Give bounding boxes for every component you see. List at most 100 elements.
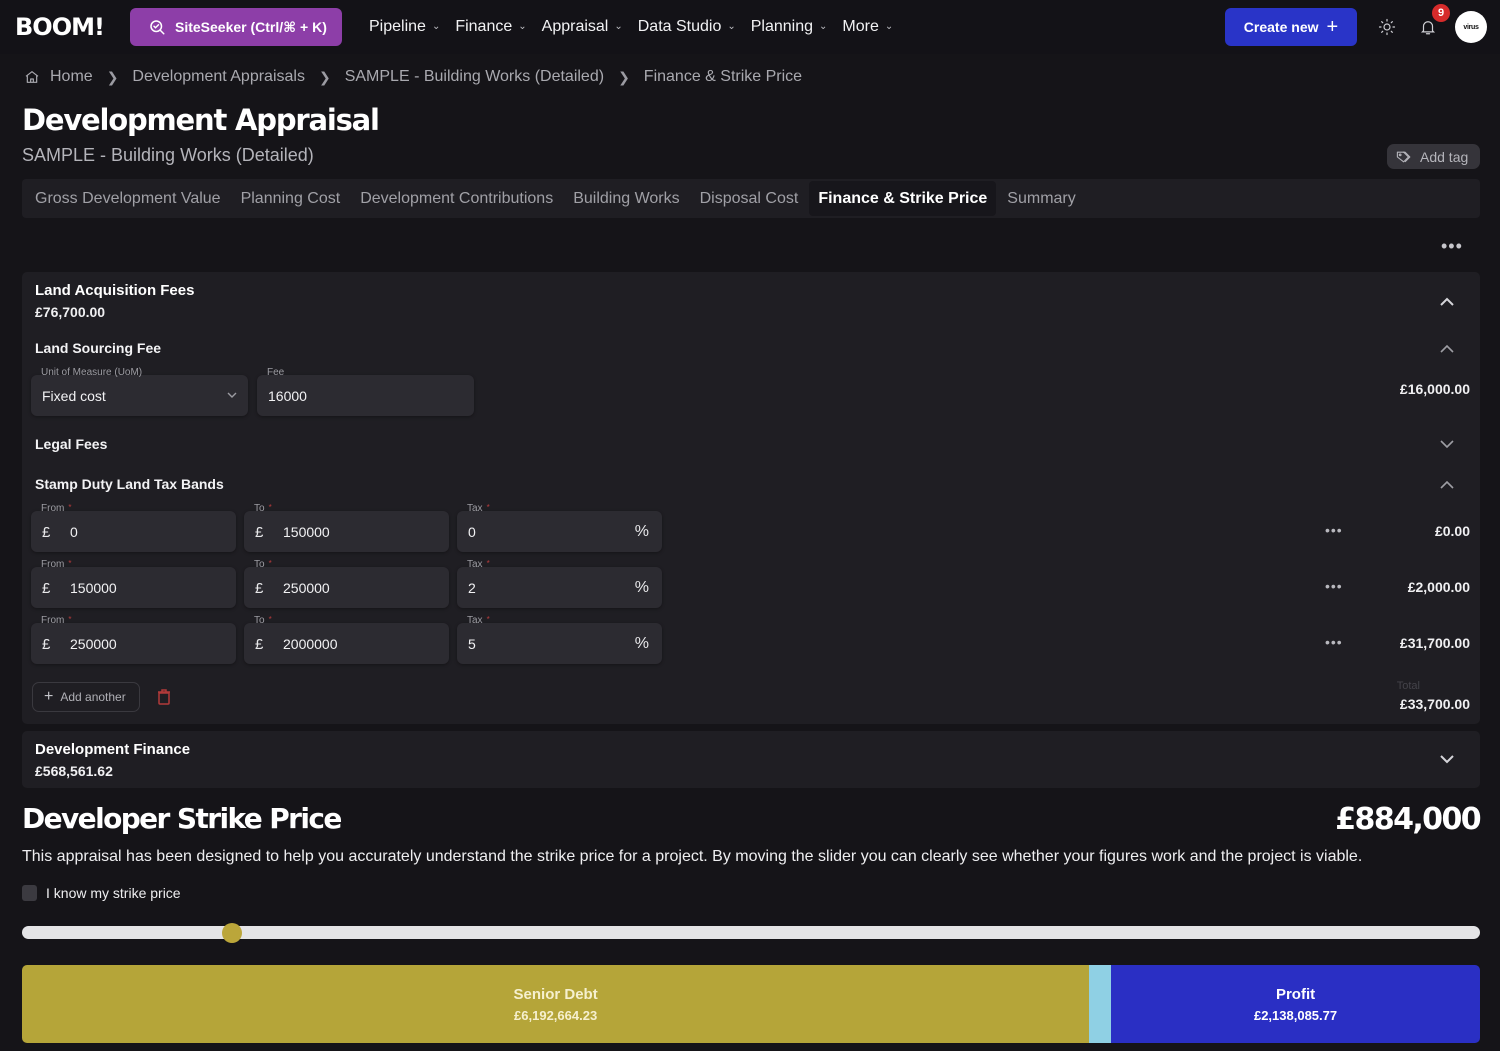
notification-count-badge: 9 bbox=[1432, 4, 1450, 22]
tax-label: Tax * bbox=[467, 503, 490, 514]
theme-toggle-button[interactable] bbox=[1375, 15, 1399, 39]
breadcrumb-home[interactable]: Home bbox=[50, 68, 93, 86]
nav-planning[interactable]: Planning ⌄ bbox=[751, 18, 828, 36]
band-to-input[interactable]: To * £ 250000 bbox=[244, 559, 449, 608]
siteseeker-search-button[interactable]: SiteSeeker (Ctrl/⌘ + K) bbox=[130, 8, 342, 46]
fee-input[interactable]: Fee 16000 bbox=[257, 367, 474, 416]
strike-price-description: This appraisal has been designed to help… bbox=[22, 848, 1363, 865]
band-from-value: 250000 bbox=[70, 636, 117, 652]
add-tag-label: Add tag bbox=[1420, 148, 1469, 165]
band-tax-input[interactable]: Tax * 0 % bbox=[457, 503, 662, 552]
chevron-right-icon: ❯ bbox=[106, 68, 119, 85]
pound-prefix: £ bbox=[255, 636, 264, 653]
pound-prefix: £ bbox=[42, 524, 51, 541]
strike-price-slider[interactable] bbox=[22, 923, 1480, 943]
strike-price-value: £884,000 bbox=[1335, 802, 1481, 837]
sdlt-title: Stamp Duty Land Tax Bands bbox=[35, 476, 224, 492]
fee-value: 16000 bbox=[268, 388, 307, 404]
row-options-icon[interactable]: ••• bbox=[1325, 578, 1343, 594]
band-from-value: 150000 bbox=[70, 580, 117, 596]
segment-label: Profit bbox=[1275, 985, 1316, 1003]
to-label: To * bbox=[254, 559, 272, 570]
search-check-icon bbox=[150, 20, 165, 35]
nav-label: Appraisal bbox=[541, 18, 609, 35]
band-tax-value: 2 bbox=[468, 580, 476, 596]
row-options-icon[interactable]: ••• bbox=[1325, 634, 1343, 650]
tab-planning-cost[interactable]: Planning Cost bbox=[232, 181, 350, 216]
tab-development-contributions[interactable]: Development Contributions bbox=[351, 181, 562, 216]
nav-label: Planning bbox=[750, 18, 814, 35]
home-icon[interactable] bbox=[24, 69, 40, 85]
nav-pipeline[interactable]: Pipeline ⌄ bbox=[369, 18, 440, 36]
land-acquisition-fees-panel: Land Acquisition Fees £76,700.00 Land So… bbox=[22, 272, 1480, 724]
land-sourcing-amount: £16,000.00 bbox=[1399, 381, 1470, 397]
section-title: Development Finance bbox=[35, 741, 191, 758]
band-tax-input[interactable]: Tax * 5 % bbox=[457, 615, 662, 664]
uom-select[interactable]: Unit of Measure (UoM) Fixed cost bbox=[31, 367, 248, 416]
band-tax-input[interactable]: Tax * 2 % bbox=[457, 559, 662, 608]
band-from-input[interactable]: From * £ 250000 bbox=[31, 615, 236, 664]
nav-more[interactable]: More ⌄ bbox=[842, 18, 893, 36]
nav-finance[interactable]: Finance ⌄ bbox=[455, 18, 526, 36]
nav-label: More bbox=[842, 18, 879, 35]
collapse-land-sourcing-button[interactable] bbox=[1437, 338, 1457, 358]
chevron-up-icon bbox=[1440, 480, 1454, 489]
tab-summary[interactable]: Summary bbox=[998, 181, 1084, 216]
tab-building-works[interactable]: Building Works bbox=[564, 181, 688, 216]
know-strike-price-label[interactable]: I know my strike price bbox=[46, 885, 181, 901]
tab-disposal-cost[interactable]: Disposal Cost bbox=[691, 181, 808, 216]
breadcrumb-development-appraisals[interactable]: Development Appraisals bbox=[132, 68, 305, 86]
profit-segment: Profit £2,138,085.77 bbox=[1111, 965, 1480, 1043]
collapse-sdlt-button[interactable] bbox=[1437, 474, 1457, 494]
pound-prefix: £ bbox=[42, 636, 51, 653]
user-avatar[interactable]: virus bbox=[1455, 11, 1487, 43]
page-subtitle: SAMPLE - Building Works (Detailed) bbox=[22, 145, 314, 165]
band-to-input[interactable]: To * £ 2000000 bbox=[244, 615, 449, 664]
breadcrumb-appraisal[interactable]: SAMPLE - Building Works (Detailed) bbox=[345, 68, 604, 86]
chevron-down-icon: ⌄ bbox=[727, 20, 736, 32]
chevron-down-icon bbox=[1440, 754, 1454, 763]
tab-finance-strike-price[interactable]: Finance & Strike Price bbox=[809, 181, 997, 216]
band-to-input[interactable]: To * £ 150000 bbox=[244, 503, 449, 552]
mezzanine-gap-segment bbox=[1089, 965, 1112, 1043]
development-finance-panel[interactable]: Development Finance £568,561.62 bbox=[22, 731, 1480, 788]
top-nav-bar: BOOM! SiteSeeker (Ctrl/⌘ + K) Pipeline ⌄ … bbox=[0, 0, 1500, 54]
nav-label: Pipeline bbox=[369, 18, 426, 35]
create-new-label: Create new bbox=[1243, 19, 1319, 35]
chevron-down-icon: ⌄ bbox=[819, 20, 828, 32]
percent-suffix: % bbox=[634, 579, 649, 596]
funding-stack-bar: Senior Debt £6,192,664.23 Profit £2,138,… bbox=[22, 965, 1480, 1043]
expand-development-finance-button[interactable] bbox=[1437, 749, 1457, 769]
collapse-land-acquisition-button[interactable] bbox=[1437, 291, 1457, 311]
band-from-value: 0 bbox=[70, 524, 78, 540]
tag-icon bbox=[1396, 151, 1411, 162]
tab-gross-development-value[interactable]: Gross Development Value bbox=[26, 181, 230, 216]
slider-thumb[interactable] bbox=[221, 923, 242, 943]
know-strike-price-checkbox[interactable] bbox=[22, 885, 37, 901]
band-tax-value: 5 bbox=[468, 636, 476, 652]
band-from-input[interactable]: From * £ 0 bbox=[31, 503, 236, 552]
band-amount: £0.00 bbox=[1434, 523, 1470, 539]
main-nav: Pipeline ⌄ Finance ⌄ Appraisal ⌄ Data Studi… bbox=[369, 0, 908, 54]
row-options-icon[interactable]: ••• bbox=[1325, 522, 1343, 538]
from-label: From * bbox=[41, 615, 72, 626]
total-label: Total bbox=[1396, 680, 1420, 692]
boom-logo[interactable]: BOOM! bbox=[15, 13, 105, 41]
plus-icon: + bbox=[44, 688, 54, 705]
uom-value: Fixed cost bbox=[42, 388, 106, 404]
create-new-button[interactable]: Create new + bbox=[1225, 8, 1357, 46]
chevron-down-icon: ⌄ bbox=[614, 20, 623, 32]
band-amount: £31,700.00 bbox=[1399, 635, 1470, 651]
add-tag-button[interactable]: Add tag bbox=[1387, 144, 1480, 169]
nav-appraisal[interactable]: Appraisal ⌄ bbox=[542, 18, 623, 36]
pound-prefix: £ bbox=[255, 580, 264, 597]
section-title: Land Acquisition Fees bbox=[35, 282, 195, 299]
expand-legal-fees-button[interactable] bbox=[1437, 434, 1457, 454]
more-options-icon[interactable]: ••• bbox=[1441, 236, 1463, 257]
breadcrumb-current: Finance & Strike Price bbox=[643, 68, 803, 85]
know-strike-price-row: I know my strike price bbox=[22, 885, 181, 901]
band-from-input[interactable]: From * £ 150000 bbox=[31, 559, 236, 608]
add-another-band-button[interactable]: + Add another bbox=[32, 682, 140, 712]
nav-data-studio[interactable]: Data Studio ⌄ bbox=[638, 18, 736, 36]
trash-icon[interactable] bbox=[157, 689, 171, 705]
